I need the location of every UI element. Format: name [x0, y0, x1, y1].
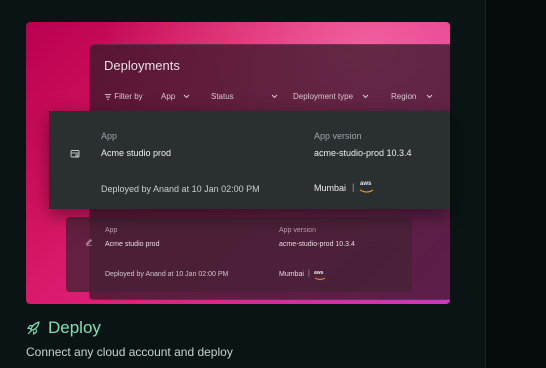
deployment-card-highlight[interactable]: App Acme studio prod App version acme-st…: [49, 111, 450, 209]
filter-app-label: App: [161, 92, 176, 101]
chevron-down-icon: [271, 94, 278, 99]
card-app-label: App: [101, 131, 118, 141]
card-deployed-by: Deployed by Anand at 10 Jan 02:00 PM: [101, 184, 260, 194]
edit-icon: [86, 239, 92, 246]
filter-deployment-type-dropdown[interactable]: Deployment type: [293, 92, 371, 101]
row2-app-value: Acme studio prod: [105, 241, 160, 248]
aws-logo-icon: aws: [360, 181, 372, 187]
filter-status-dropdown[interactable]: Status: [211, 92, 280, 101]
deployment-row-secondary[interactable]: App Acme studio prod App version acme-st…: [66, 217, 412, 292]
row2-app-label: App: [105, 227, 118, 234]
row2-region: Mumbai: [279, 271, 304, 278]
filter-deployment-type-label: Deployment type: [293, 92, 354, 101]
filter-status-label: Status: [211, 92, 234, 101]
card-region: Mumbai: [314, 183, 347, 193]
aws-logo-icon: aws: [314, 270, 324, 276]
card-app-value: Acme studio prod: [101, 148, 172, 158]
chevron-down-icon: [184, 94, 190, 99]
feature-title: Deploy: [48, 318, 101, 337]
window-title: Deployments: [104, 58, 180, 73]
chevron-down-icon: [426, 94, 432, 99]
filter-icon: [104, 94, 112, 100]
rocket-icon: [26, 321, 40, 336]
row2-deployed-by: Deployed by Anand at 10 Jan 02:00 PM: [105, 271, 229, 278]
feature-description: Connect any cloud account and deploy: [26, 345, 233, 359]
aws-smile-icon: [359, 189, 374, 193]
filter-region-label: Region: [391, 92, 417, 101]
card-version-label: App version: [314, 131, 362, 141]
row2-version-value: acme-studio-prod 10.3.4: [279, 241, 355, 248]
aws-smile-icon: [314, 277, 326, 280]
row2-divider: |: [308, 270, 310, 277]
filter-bar: Filter by App Status Deployment type Reg…: [104, 92, 450, 106]
row2-version-label: App version: [279, 227, 316, 234]
chevron-down-icon: [362, 94, 369, 99]
card-version-value: acme-studio-prod 10.3.4: [314, 148, 412, 158]
filter-region-dropdown[interactable]: Region: [391, 92, 435, 101]
card-divider: |: [352, 182, 355, 192]
filter-app-dropdown[interactable]: App: [161, 92, 191, 101]
filter-by-label: Filter by: [114, 92, 143, 101]
deployment-app-icon: [70, 150, 80, 158]
filter-by-control[interactable]: Filter by: [104, 92, 143, 101]
